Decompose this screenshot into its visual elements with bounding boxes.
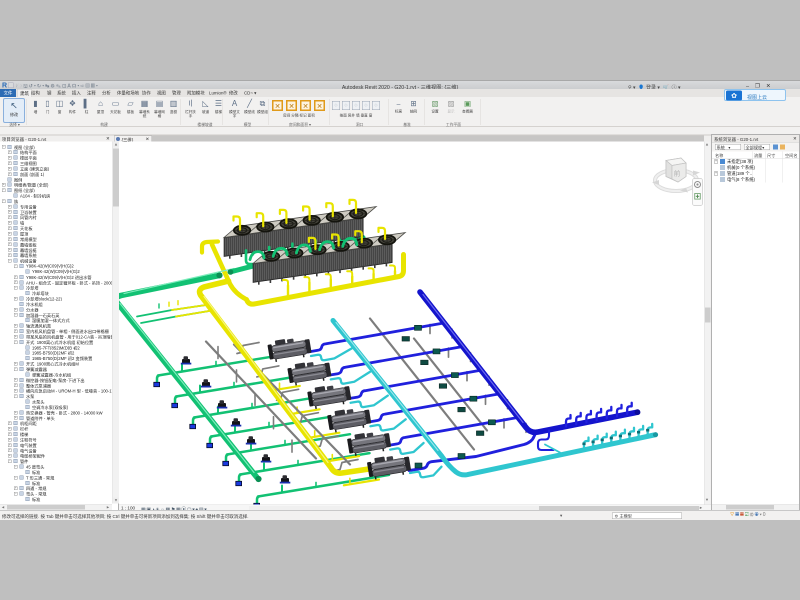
svg-text:前: 前	[674, 169, 681, 178]
